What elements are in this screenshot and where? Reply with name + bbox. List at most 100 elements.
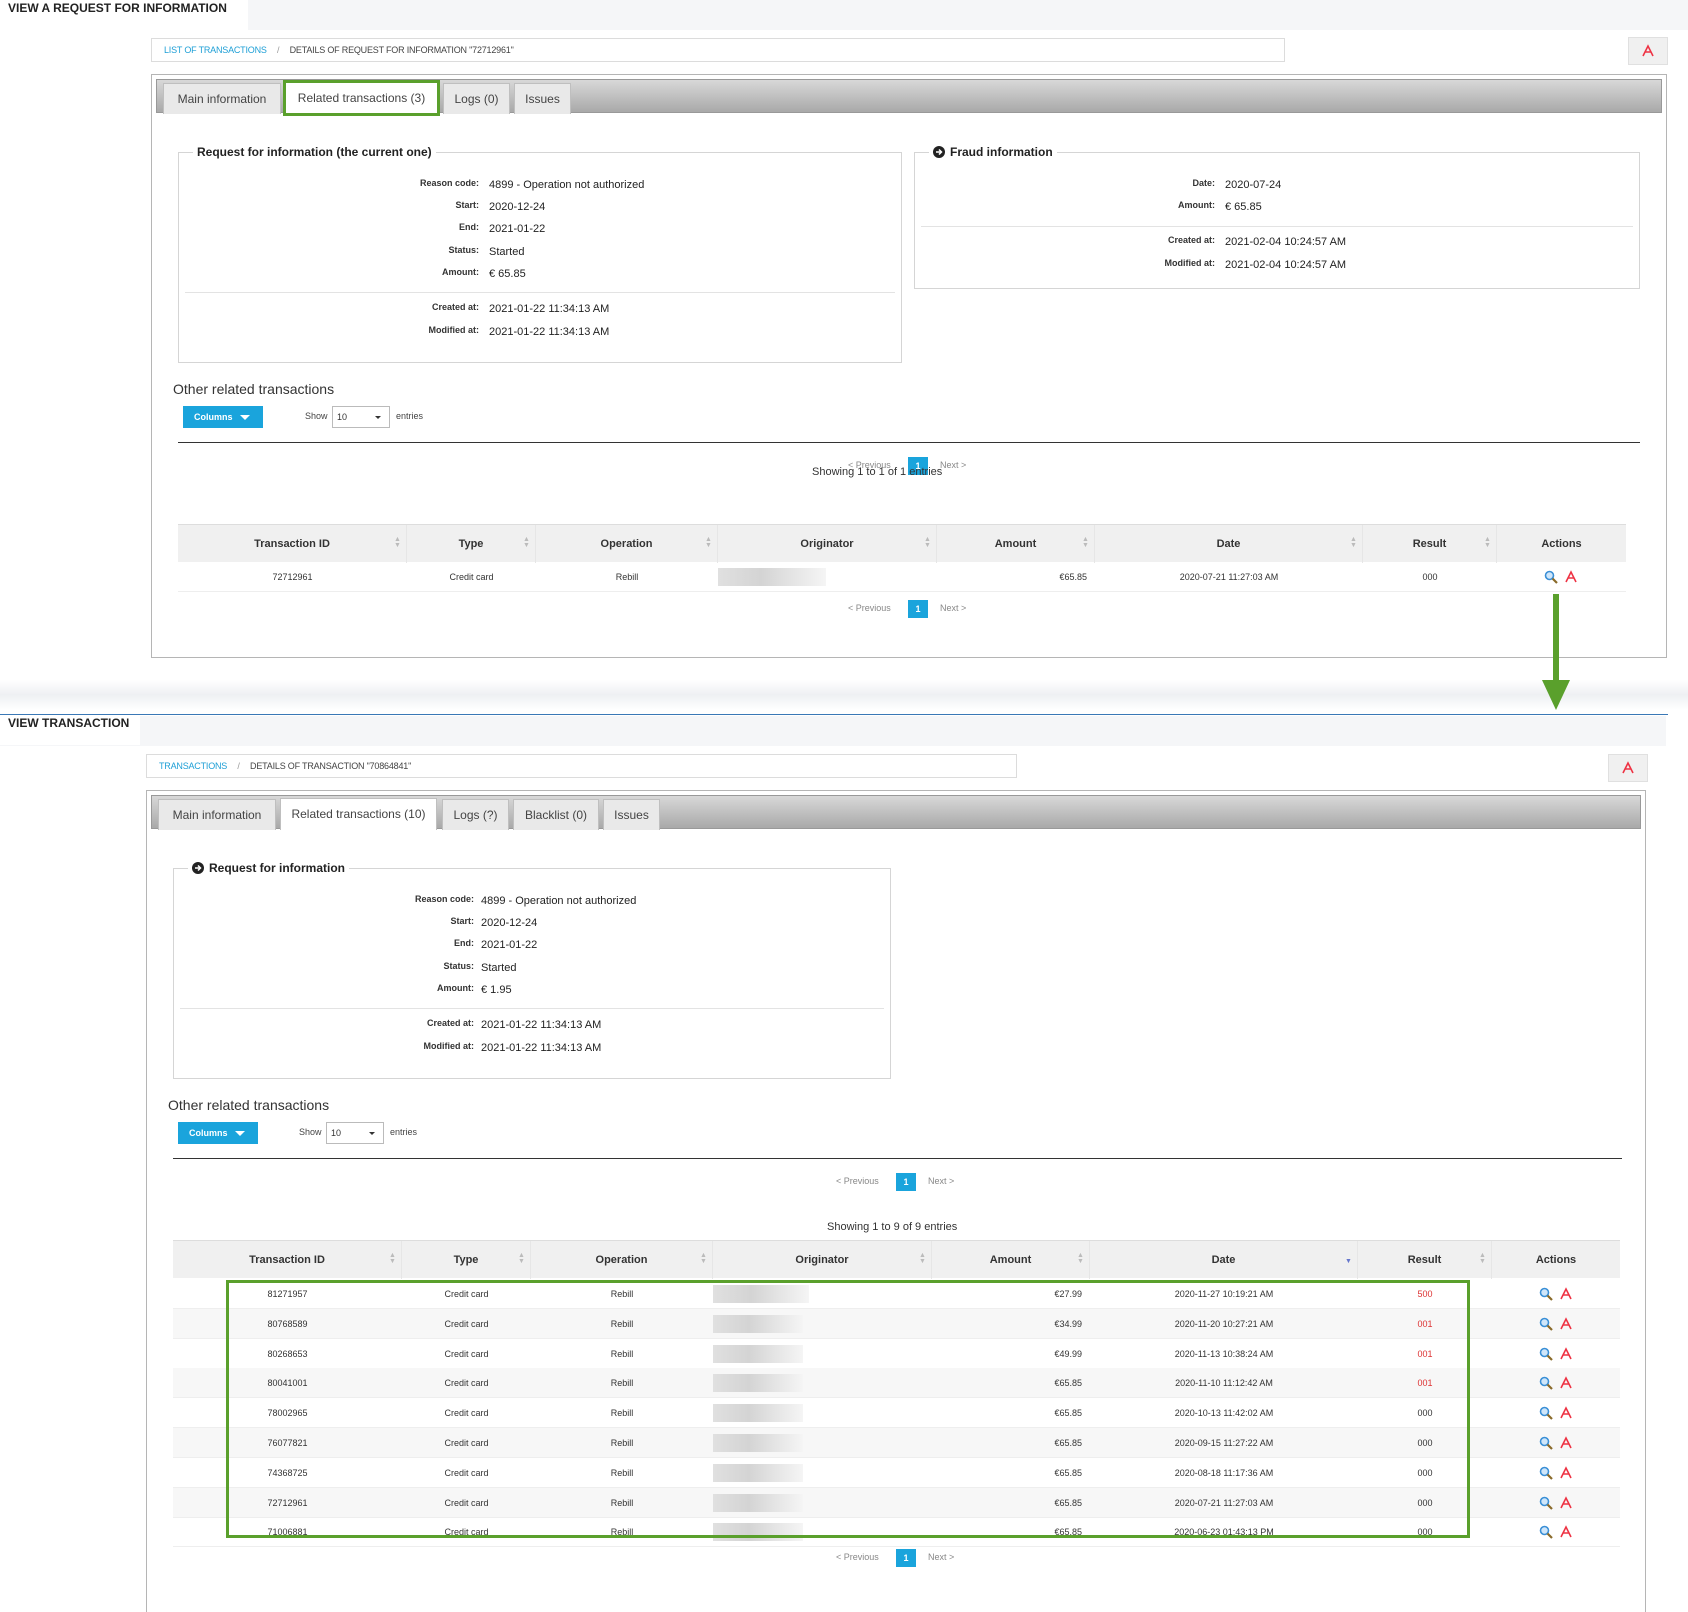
pager-prev-button[interactable]: < Previous — [848, 603, 891, 613]
transaction-view: View transaction Transactions / Details … — [0, 700, 1688, 1612]
pdf-export-icon[interactable] — [1559, 1346, 1573, 1361]
rfi-status-value: Started — [489, 246, 525, 258]
sort-icon: ▲ ▼ — [924, 536, 931, 549]
rfi-amount-value: € 1.95 — [481, 984, 512, 996]
tab-main-information[interactable]: Main information — [163, 83, 281, 114]
rfi-modified-value: 2021-01-22 11:34:13 AM — [489, 326, 610, 338]
rfi-status-label: Status: — [443, 961, 474, 971]
col-type[interactable]: Type ▲ ▼ — [407, 525, 536, 563]
page-size-select[interactable]: 10 — [332, 406, 390, 428]
sort-icon: ▲ ▼ — [1082, 536, 1089, 549]
tab-logs[interactable]: Logs (?) — [442, 799, 509, 830]
other-transactions-title: Other related transactions — [168, 1097, 330, 1113]
tab-blacklist[interactable]: Blacklist (0) — [513, 799, 599, 830]
rfi-current-box: Request for information (the current one… — [178, 145, 902, 363]
pager-next-button[interactable]: Next > — [940, 603, 966, 613]
cell-result: 000 — [1422, 572, 1438, 582]
magnifier-icon[interactable] — [1544, 570, 1558, 584]
rfi-status-label: Status: — [448, 245, 479, 255]
sort-icon: ▲ ▼ — [1484, 536, 1491, 549]
tab-related-transactions[interactable]: Related transactions (10) — [280, 798, 437, 830]
magnifier-icon[interactable] — [1539, 1317, 1553, 1331]
columns-button[interactable]: Columns — [178, 1122, 258, 1144]
magnifier-icon[interactable] — [1539, 1406, 1553, 1420]
col-result[interactable]: Result ▲ ▼ — [1363, 525, 1497, 563]
magnifier-icon[interactable] — [1539, 1436, 1553, 1450]
pdf-export-icon[interactable] — [1559, 1466, 1573, 1480]
pdf-export-icon[interactable] — [1559, 1525, 1573, 1539]
pdf-export-icon[interactable] — [1559, 1376, 1573, 1390]
cell-originator-redacted — [718, 568, 826, 586]
pdf-export-button[interactable] — [1608, 754, 1648, 782]
col-transaction-id[interactable]: Transaction ID ▲ ▼ — [178, 525, 407, 563]
table-header: Transaction ID ▲ ▼ Type ▲ ▼ Operation ▲ ▼ Orig… — [173, 1240, 1620, 1279]
sort-icon: ▲ ▼ — [700, 1252, 707, 1265]
request-for-information-view: View a request for information List of t… — [0, 0, 1688, 680]
rfi-status-value: Started — [481, 962, 517, 974]
rfi-reason-value: 4899 - Operation not authorized — [489, 179, 645, 191]
pager-page-1[interactable]: 1 — [908, 600, 928, 618]
sort-icon: ▲ ▼ — [919, 1252, 926, 1265]
col-originator[interactable]: Originator ▲ ▼ — [718, 525, 937, 563]
col-date[interactable]: Date ▼ — [1090, 1241, 1358, 1279]
pdf-export-icon[interactable] — [1559, 1436, 1573, 1450]
pdf-export-icon[interactable] — [1559, 1406, 1573, 1420]
col-amount[interactable]: Amount ▲ ▼ — [937, 525, 1095, 563]
cell-date: 2020-07-21 11:27:03 AM — [1179, 572, 1279, 582]
rfi-created-label: Created at: — [431, 302, 479, 312]
cell-operation: Rebill — [615, 572, 639, 582]
pager-prev-button[interactable]: < Previous — [836, 1552, 879, 1562]
page-size-select[interactable]: 10 — [326, 1122, 384, 1144]
tab-issues[interactable]: Issues — [514, 83, 571, 114]
select-caret-icon — [375, 416, 381, 419]
col-type[interactable]: Type ▲ ▼ — [402, 1241, 531, 1279]
show-label: Show — [305, 411, 328, 421]
col-originator[interactable]: Originator ▲ ▼ — [713, 1241, 932, 1279]
rfi-start-label: Start: — [450, 916, 474, 926]
rfi-modified-value: 2021-01-22 11:34:13 AM — [481, 1042, 602, 1054]
breadcrumb-link-transactions[interactable]: List of transactions — [164, 45, 267, 55]
tab-issues[interactable]: Issues — [603, 799, 660, 830]
caret-down-icon — [235, 1131, 245, 1136]
pdf-export-button[interactable] — [1628, 37, 1668, 65]
col-operation[interactable]: Operation ▲ ▼ — [536, 525, 718, 563]
col-actions: Actions — [1541, 538, 1582, 550]
magnifier-icon[interactable] — [1539, 1466, 1553, 1480]
breadcrumb-current: Details of request for information "7271… — [289, 45, 514, 55]
rfi-start-value: 2020-12-24 — [481, 917, 538, 929]
magnifier-icon[interactable] — [1539, 1496, 1553, 1510]
rfi-amount-label: Amount: — [442, 267, 479, 277]
pdf-export-icon[interactable] — [1559, 1287, 1573, 1301]
pdf-export-icon — [1642, 44, 1654, 57]
tab-logs[interactable]: Logs (0) — [443, 83, 510, 114]
other-transactions-title: Other related transactions — [173, 381, 335, 397]
magnifier-icon[interactable] — [1539, 1525, 1553, 1540]
col-operation[interactable]: Operation ▲ ▼ — [531, 1241, 713, 1279]
breadcrumb-link-transactions[interactable]: Transactions — [159, 761, 227, 771]
rfi-box: Request for information Reason code: 4899… — [173, 861, 891, 1079]
pager-next-button[interactable]: Next > — [928, 1552, 954, 1562]
pdf-export-icon[interactable] — [1559, 1495, 1573, 1510]
sort-icon: ▲ ▼ — [394, 536, 401, 549]
pager-next-button[interactable]: Next > — [940, 460, 966, 470]
col-transaction-id[interactable]: Transaction ID ▲ ▼ — [173, 1241, 402, 1279]
sort-desc-icon: ▼ — [1345, 1258, 1352, 1265]
tab-main-information[interactable]: Main information — [158, 799, 276, 830]
pager-prev-button[interactable]: < Previous — [836, 1176, 879, 1186]
rfi-end-value: 2021-01-22 — [481, 939, 538, 951]
pdf-export-icon[interactable] — [1559, 1317, 1573, 1331]
magnifier-icon[interactable] — [1539, 1376, 1553, 1391]
magnifier-icon[interactable] — [1539, 1347, 1553, 1361]
columns-button[interactable]: Columns — [183, 406, 263, 428]
tab-related-transactions[interactable]: Related transactions (3) — [283, 80, 440, 116]
col-result[interactable]: Result ▲ ▼ — [1358, 1241, 1492, 1279]
col-date[interactable]: Date ▲ ▼ — [1095, 525, 1363, 563]
pager-next-button[interactable]: Next > — [928, 1176, 954, 1186]
magnifier-icon[interactable] — [1539, 1287, 1553, 1301]
rfi-modified-label: Modified at: — [423, 1041, 475, 1051]
pager-page-1[interactable]: 1 — [896, 1173, 916, 1191]
col-amount[interactable]: Amount ▲ ▼ — [932, 1241, 1090, 1279]
pdf-export-icon[interactable] — [1564, 570, 1578, 584]
pager-page-1[interactable]: 1 — [896, 1549, 916, 1567]
fraud-created-value: 2021-02-04 10:24:57 AM — [1225, 236, 1347, 248]
